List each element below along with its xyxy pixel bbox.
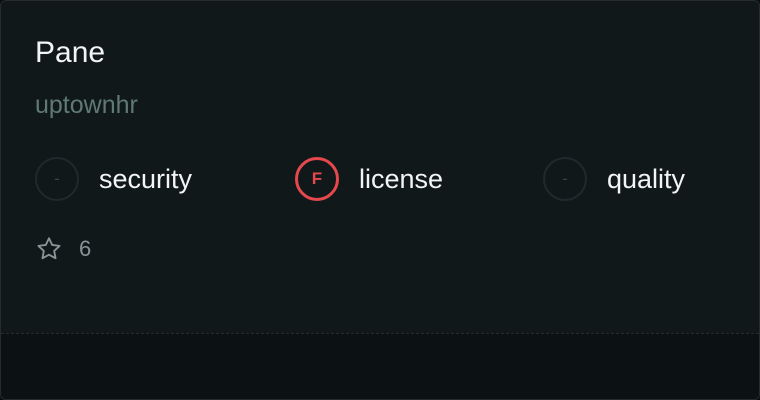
metric-license[interactable]: F license: [295, 155, 443, 203]
star-icon: [37, 237, 61, 260]
card-footer: [1, 333, 759, 399]
stars[interactable]: 6: [35, 234, 91, 264]
star-count: 6: [79, 236, 92, 261]
metric-security[interactable]: - security: [35, 155, 192, 203]
license-grade-badge: F: [295, 157, 339, 201]
quality-label: quality: [607, 163, 686, 194]
metrics-row: - security F license - quality: [35, 155, 735, 203]
security-label: security: [99, 163, 193, 194]
metric-quality[interactable]: - quality: [543, 155, 685, 203]
license-label: license: [359, 163, 444, 194]
security-grade-badge: -: [35, 157, 79, 201]
package-title[interactable]: Pane: [35, 35, 105, 71]
package-owner[interactable]: uptownhr: [35, 89, 138, 121]
package-card[interactable]: Pane uptownhr - security F license - qua…: [0, 0, 760, 400]
quality-grade-badge: -: [543, 157, 587, 201]
